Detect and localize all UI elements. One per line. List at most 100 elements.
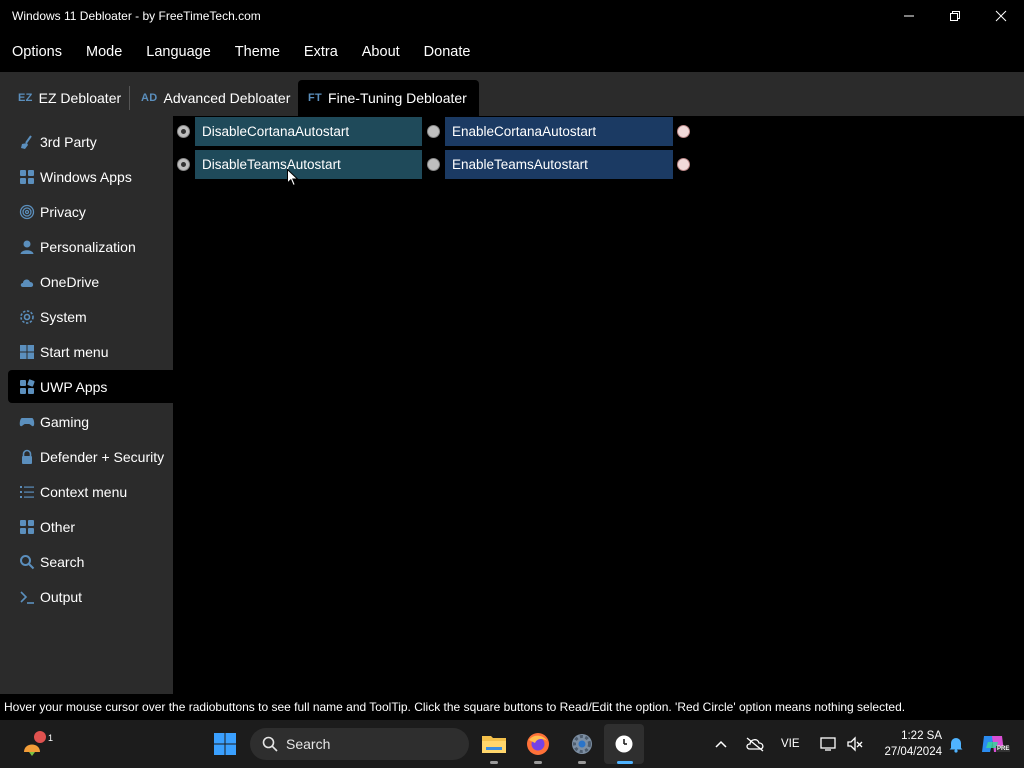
- sidebar-item-defender-security[interactable]: Defender + Security: [8, 440, 173, 473]
- minimize-button[interactable]: [886, 0, 932, 32]
- firefox-icon: [527, 733, 549, 755]
- list-icon: [18, 483, 36, 501]
- terminal-icon: [18, 588, 36, 606]
- clock-button[interactable]: 1:22 SA 27/04/2024: [872, 728, 942, 760]
- show-hidden-icons-button[interactable]: [706, 728, 736, 760]
- sidebar-item-output[interactable]: Output: [8, 580, 173, 613]
- clock-app-button[interactable]: [604, 724, 644, 764]
- sidebar-item-label: 3rd Party: [40, 133, 97, 150]
- fingerprint-icon: [18, 203, 36, 221]
- menu-bar: Options Mode Language Theme Extra About …: [0, 32, 1024, 72]
- sidebar-item-label: Start menu: [40, 343, 109, 360]
- sidebar-item-label: Context menu: [40, 483, 128, 500]
- menu-options[interactable]: Options: [4, 32, 70, 72]
- apps-add-icon: [18, 378, 36, 396]
- tab-label: Advanced Debloater: [163, 90, 291, 106]
- sidebar-item-other[interactable]: Other: [8, 510, 173, 543]
- sidebar-item-context-menu[interactable]: Context menu: [8, 475, 173, 508]
- enable-cortana-autostart-button[interactable]: EnableCortanaAutostart: [445, 117, 673, 146]
- running-indicator: [578, 761, 586, 764]
- teams-none-selected-radio[interactable]: [677, 158, 690, 171]
- mouse-cursor-icon: [287, 169, 299, 187]
- sidebar-item-label: System: [40, 308, 87, 325]
- enable-teams-radio[interactable]: [427, 158, 440, 171]
- sidebar-item-label: Search: [40, 553, 85, 570]
- disable-cortana-radio[interactable]: [177, 125, 190, 138]
- disable-teams-autostart-button[interactable]: DisableTeamsAutostart: [195, 150, 422, 179]
- sidebar-item-search[interactable]: Search: [8, 545, 173, 578]
- taskbar-search-box[interactable]: Search: [250, 728, 469, 760]
- minimize-icon: [904, 15, 914, 17]
- restore-icon: [950, 11, 960, 21]
- copilot-button[interactable]: PRE: [976, 728, 1011, 760]
- taskbar-search-label: Search: [286, 736, 331, 752]
- sidebar-item-3rd-party[interactable]: 3rd Party: [8, 125, 173, 158]
- sidebar-item-label: Privacy: [40, 203, 86, 220]
- firefox-button[interactable]: [522, 728, 554, 760]
- sidebar-item-label: OneDrive: [40, 273, 100, 290]
- broom-icon: [18, 133, 36, 151]
- tab-advanced-debloater[interactable]: AD Advanced Debloater: [131, 80, 300, 116]
- menu-theme[interactable]: Theme: [227, 32, 288, 72]
- search-icon: [262, 736, 278, 752]
- running-indicator: [534, 761, 542, 764]
- sidebar-item-system[interactable]: System: [8, 300, 173, 333]
- tab-bar: EZ EZ Debloater AD Advanced Debloater FT…: [0, 72, 1024, 116]
- widgets-button[interactable]: 1: [16, 728, 53, 760]
- gear-icon: [18, 308, 36, 326]
- sidebar-item-label: Other: [40, 518, 76, 535]
- close-button[interactable]: [978, 0, 1024, 32]
- volume-button[interactable]: [840, 728, 870, 760]
- sidebar-item-start-menu[interactable]: Start menu: [8, 335, 173, 368]
- sidebar-item-gaming[interactable]: Gaming: [8, 405, 173, 438]
- disable-cortana-autostart-button[interactable]: DisableCortanaAutostart: [195, 117, 422, 146]
- cloud-off-icon: [746, 737, 764, 752]
- active-indicator: [617, 761, 633, 764]
- menu-extra[interactable]: Extra: [296, 32, 346, 72]
- taskbar: 1 VIE 1:22 SA 27/04/2024 PRE: [0, 720, 1024, 768]
- apps-grid-icon: [18, 518, 36, 536]
- onedrive-tray-button[interactable]: [740, 728, 770, 760]
- enable-teams-autostart-button[interactable]: EnableTeamsAutostart: [445, 150, 673, 179]
- tab-divider: [129, 86, 130, 110]
- copilot-badge: PRE: [996, 746, 1011, 752]
- enable-cortana-radio[interactable]: [427, 125, 440, 138]
- restore-button[interactable]: [932, 0, 978, 32]
- windows-logo-icon: [214, 733, 236, 755]
- running-indicator: [490, 761, 498, 764]
- sidebar-item-windows-apps[interactable]: Windows Apps: [8, 160, 173, 193]
- menu-mode[interactable]: Mode: [78, 32, 130, 72]
- sidebar-item-label: Defender + Security: [40, 448, 165, 465]
- settings-button[interactable]: [566, 728, 598, 760]
- search-icon: [18, 553, 36, 571]
- lock-icon: [18, 448, 36, 466]
- tab-ez-debloater[interactable]: EZ EZ Debloater: [8, 80, 131, 116]
- menu-about[interactable]: About: [354, 32, 408, 72]
- sidebar-item-privacy[interactable]: Privacy: [8, 195, 173, 228]
- sidebar-item-personalization[interactable]: Personalization: [8, 230, 173, 263]
- gamepad-icon: [18, 413, 36, 431]
- notifications-button[interactable]: [942, 728, 970, 760]
- volume-muted-icon: [847, 736, 863, 752]
- widget-badge: 1: [48, 733, 54, 743]
- sidebar-item-label: UWP Apps: [40, 378, 108, 395]
- menu-language[interactable]: Language: [138, 32, 219, 72]
- status-bar: Hover your mouse cursor over the radiobu…: [0, 696, 1024, 718]
- folder-icon: [482, 736, 506, 753]
- sidebar-item-label: Gaming: [40, 413, 90, 430]
- cortana-none-selected-radio[interactable]: [677, 125, 690, 138]
- file-explorer-button[interactable]: [478, 728, 510, 760]
- disable-teams-radio[interactable]: [177, 158, 190, 171]
- bell-icon: [949, 738, 963, 753]
- menu-donate[interactable]: Donate: [416, 32, 479, 72]
- tab-fine-tuning-debloater[interactable]: FT Fine-Tuning Debloater: [298, 80, 479, 116]
- start-button[interactable]: [209, 728, 241, 760]
- ad-badge-icon: AD: [141, 92, 158, 104]
- ft-badge-icon: FT: [308, 92, 323, 104]
- input-language[interactable]: VIE: [781, 738, 800, 750]
- sidebar-item-label: Output: [40, 588, 83, 605]
- sidebar-item-onedrive[interactable]: OneDrive: [8, 265, 173, 298]
- sidebar-item-uwp-apps[interactable]: UWP Apps: [8, 370, 173, 403]
- clock-time: 1:22 SA: [901, 730, 942, 742]
- sidebar-item-label: Windows Apps: [40, 168, 132, 185]
